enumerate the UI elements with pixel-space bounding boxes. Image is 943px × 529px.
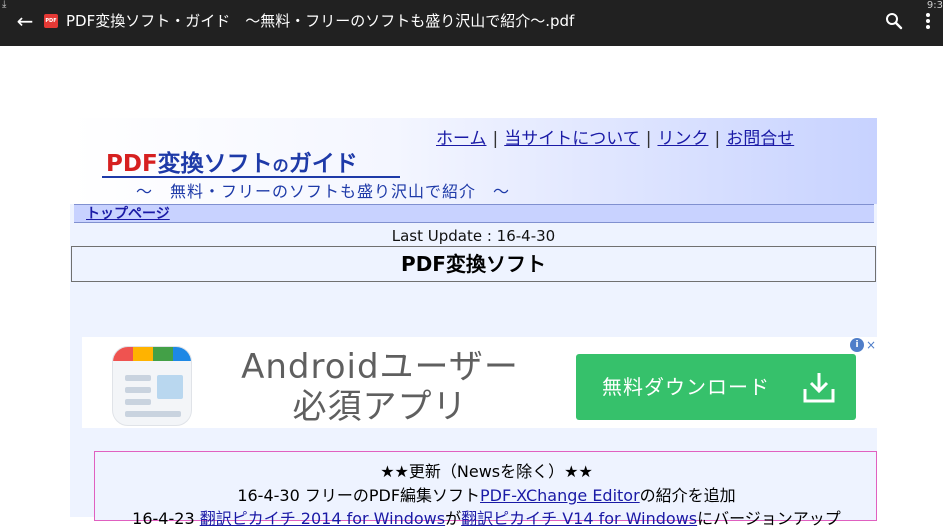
separator: | xyxy=(492,129,499,149)
link-honyaku-v14[interactable]: 翻訳ピカイチ V14 for Windows xyxy=(461,509,697,528)
update-row-text: 16-4-23 xyxy=(132,509,200,528)
link-contact[interactable]: お問合せ xyxy=(726,129,794,149)
separator: | xyxy=(714,129,721,149)
update-row: 16-4-30 フリーのPDF編集ソフトPDF-XChange Editorの紹… xyxy=(95,482,878,506)
back-arrow-icon[interactable]: ← xyxy=(14,10,36,32)
logo-text-1: 変換ソフト xyxy=(157,151,273,177)
updates-heading: ★★更新（Newsを除く）★★ xyxy=(380,462,593,481)
download-arrow-icon xyxy=(803,373,835,403)
app-icon xyxy=(112,346,192,426)
ad-info-icon[interactable]: i xyxy=(850,338,864,352)
link-about[interactable]: 当サイトについて xyxy=(504,129,640,149)
update-row-text: が xyxy=(445,509,462,528)
ad-headline-line1: Androidユーザー xyxy=(241,347,519,387)
page-title: PDF変換ソフト xyxy=(71,246,876,282)
breadcrumb-bar: トップページ xyxy=(74,204,874,223)
document-title: PDF変換ソフト・ガイド ～無料・フリーのソフトも盛り沢山で紹介～.pdf xyxy=(66,12,575,30)
clock: 9:3 xyxy=(926,0,943,11)
pdf-page: ホーム | 当サイトについて | リンク | お問合せ PDF変換ソフトのガイド ～ 無料・… xyxy=(70,118,877,528)
search-icon[interactable] xyxy=(884,11,904,31)
more-vert-icon[interactable] xyxy=(921,11,935,33)
ad-close-icon[interactable]: × xyxy=(866,337,877,353)
site-logo: PDF変換ソフトのガイド xyxy=(106,144,358,178)
link-top-page[interactable]: トップページ xyxy=(86,205,170,223)
separator: | xyxy=(645,129,652,149)
site-subtitle: ～ 無料・フリーのソフトも盛り沢山で紹介 ～ xyxy=(136,182,511,201)
logo-text-2: ガイド xyxy=(288,151,358,177)
link-home[interactable]: ホーム xyxy=(436,129,487,149)
logo-pdf: PDF xyxy=(106,151,158,177)
update-row-text: の紹介を追加 xyxy=(639,486,736,505)
link-pdf-xchange-editor[interactable]: PDF-XChange Editor xyxy=(480,486,640,505)
update-row: 16-4-23 翻訳ピカイチ 2014 for Windowsが翻訳ピカイチ V… xyxy=(95,505,878,529)
free-download-label: 無料ダウンロード xyxy=(602,375,770,399)
last-update: Last Update : 16-4-30 xyxy=(391,227,556,245)
update-row-text: にバージョンアップ xyxy=(697,509,841,528)
free-download-button[interactable]: 無料ダウンロード xyxy=(576,354,856,420)
ad-headline: Androidユーザー 必須アプリ xyxy=(230,347,530,427)
pdf-file-icon: PDF xyxy=(44,14,58,28)
link-links[interactable]: リンク xyxy=(657,129,708,149)
updates-box: ★★更新（Newsを除く）★★ 16-4-30 フリーのPDF編集ソフトPDF-… xyxy=(94,451,878,528)
download-icon: ⤓ xyxy=(2,0,7,10)
ad-banner[interactable]: Androidユーザー 必須アプリ 無料ダウンロード i × xyxy=(82,337,877,428)
logo-no: の xyxy=(272,156,289,175)
app-bar: ⤓ 9:3 ← PDF PDF変換ソフト・ガイド ～無料・フリーのソフトも盛り沢… xyxy=(0,0,943,46)
ad-headline-line2: 必須アプリ xyxy=(292,387,468,427)
link-honyaku-2014[interactable]: 翻訳ピカイチ 2014 for Windows xyxy=(200,509,445,528)
update-row-text: 16-4-30 フリーのPDF編集ソフト xyxy=(237,486,481,505)
header-nav: ホーム | 当サイトについて | リンク | お問合せ xyxy=(436,124,794,149)
